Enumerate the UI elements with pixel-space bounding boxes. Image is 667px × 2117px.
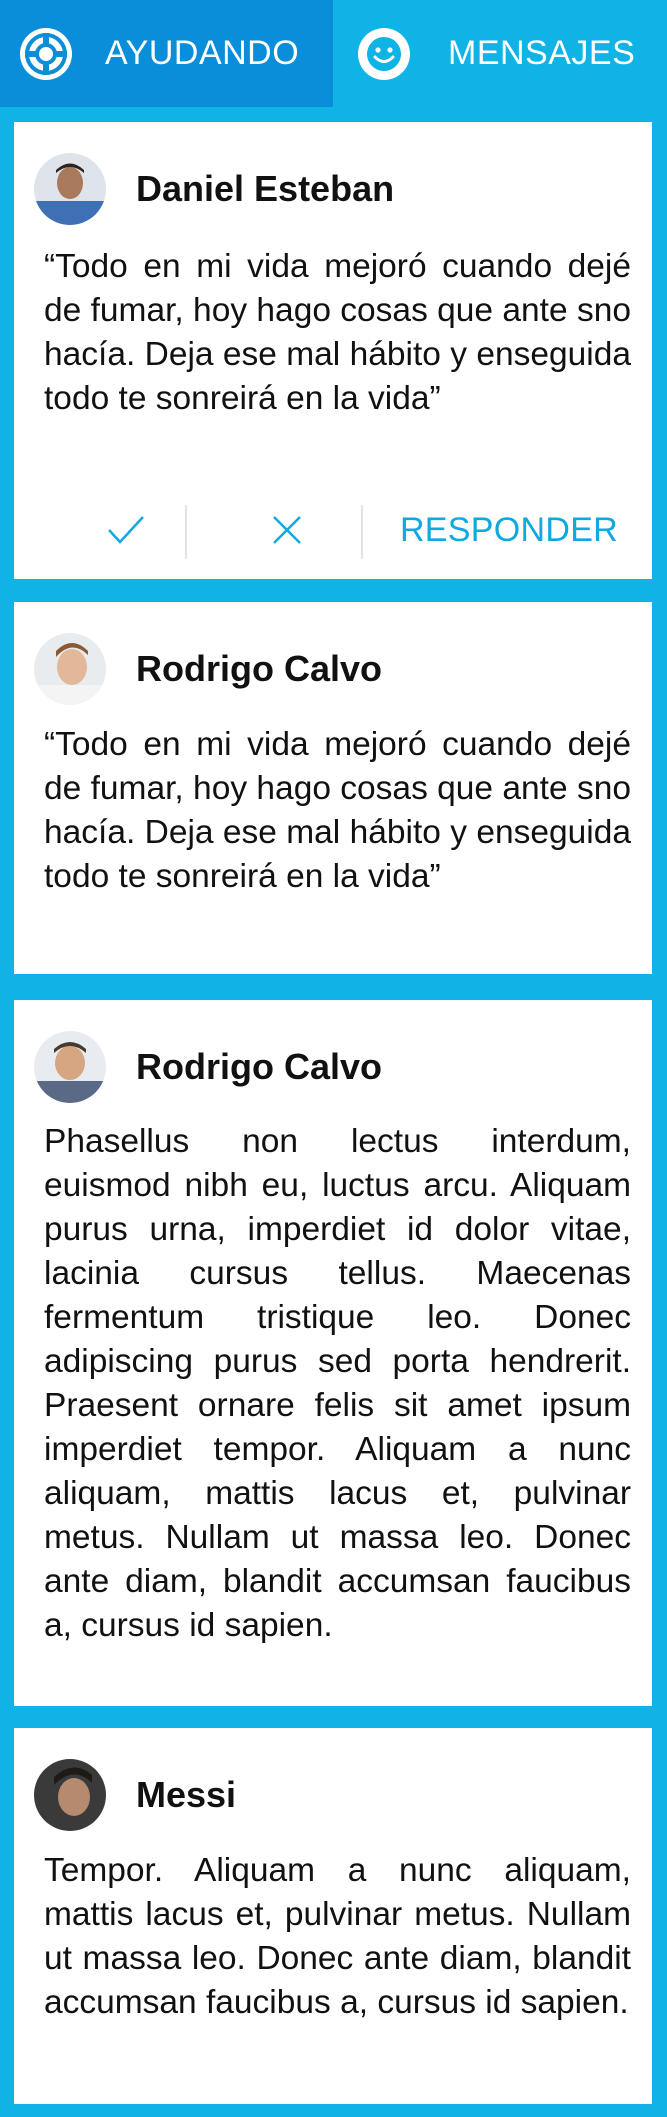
author-name: Daniel Esteban: [136, 168, 395, 209]
tab-ayudando[interactable]: AYUDANDO: [0, 0, 333, 107]
message-header: Daniel Esteban: [34, 152, 394, 226]
author-name: Rodrigo Calvo: [136, 1046, 383, 1087]
message-header: Messi: [34, 1758, 236, 1832]
message-text: “Todo en mi vida mejoró cuando dejé de f…: [44, 248, 631, 417]
message-card: Rodrigo Calvo Phasellus non lectus inter…: [14, 1000, 652, 1706]
message-text: “Todo en mi vida mejoró cuando dejé de f…: [44, 726, 631, 895]
avatar: [34, 1031, 106, 1103]
approve-button[interactable]: [76, 501, 176, 559]
avatar: [34, 633, 106, 705]
smiley-icon: [358, 27, 410, 80]
author-name: Rodrigo Calvo: [136, 648, 383, 689]
message-actions: RESPONDER: [14, 501, 652, 559]
message-card: Rodrigo Calvo “Todo en mi vida mejoró cu…: [14, 602, 652, 974]
check-icon: [108, 516, 144, 544]
divider: [185, 505, 187, 559]
message-text: Tempor. Aliquam a nunc aliquam, mattis l…: [44, 1852, 631, 2021]
tab-mensajes[interactable]: MENSAJES: [333, 0, 667, 107]
tab-ayudando-label: AYUDANDO: [105, 34, 300, 72]
divider: [361, 505, 363, 559]
reply-button-label: RESPONDER: [399, 510, 619, 549]
reply-button[interactable]: RESPONDER: [389, 501, 629, 559]
close-icon: [273, 516, 301, 544]
message-card: Messi Tempor. Aliquam a nunc aliquam, ma…: [14, 1728, 652, 2104]
message-header: Rodrigo Calvo: [34, 632, 382, 706]
author-name: Messi: [136, 1774, 237, 1815]
lifebuoy-icon: [20, 27, 72, 80]
message-card: Daniel Esteban “Todo en mi vida mejoró c…: [14, 122, 652, 579]
top-tab-bar: AYUDANDO MENSAJES: [0, 0, 667, 107]
reject-button[interactable]: [237, 501, 337, 559]
avatar: [34, 1759, 106, 1831]
avatar: [34, 153, 106, 225]
tab-mensajes-label: MENSAJES: [448, 34, 636, 72]
message-header: Rodrigo Calvo: [34, 1030, 382, 1104]
message-text: Phasellus non lectus interdum, euismod n…: [44, 1123, 631, 1644]
